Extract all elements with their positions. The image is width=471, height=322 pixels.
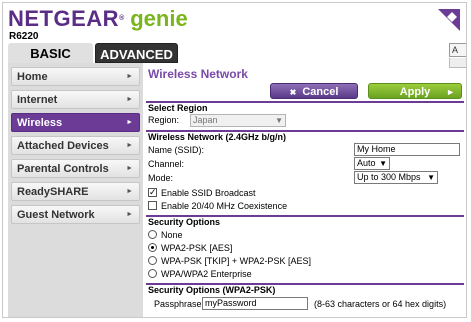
sidebar-item-readyshare[interactable]: ReadySHARE ► xyxy=(11,182,140,201)
security-option-label: WPA2-PSK [AES] xyxy=(161,243,233,253)
language-select[interactable]: A xyxy=(449,43,466,57)
sidebar-item-label: Wireless xyxy=(17,117,63,129)
chevron-right-icon: ► xyxy=(126,188,133,195)
chevron-right-icon: ► xyxy=(126,165,133,172)
ssid-label: Name (SSID): xyxy=(148,145,205,155)
security-options-section: Security Options None WPA2-PSK [AES] WPA… xyxy=(146,215,464,281)
chevron-right-icon: ► xyxy=(126,96,133,103)
sidebar-item-label: ReadySHARE xyxy=(17,186,89,198)
sidebar-nav: Home ► Internet ► Wireless ► Attached De… xyxy=(8,63,143,317)
chevron-down-icon: ▼ xyxy=(275,116,283,125)
channel-label: Channel: xyxy=(148,159,185,169)
tab-basic[interactable]: BASIC xyxy=(8,43,93,63)
sidebar-item-label: Guest Network xyxy=(17,209,95,221)
security-option-label: WPA-PSK [TKIP] + WPA2-PSK [AES] xyxy=(161,256,311,266)
cancel-button[interactable]: ✖ Cancel xyxy=(270,83,358,99)
sidebar-item-label: Attached Devices xyxy=(17,140,109,152)
passphrase-row: Passphrase: xyxy=(154,298,204,310)
page-title: Wireless Network xyxy=(148,67,248,81)
channel-row: Channel: xyxy=(148,158,184,170)
sidebar-item-parental-controls[interactable]: Parental Controls ► xyxy=(11,159,140,178)
channel-select[interactable]: Auto ▼ xyxy=(354,157,390,170)
wireless-section-title: Wireless Network (2.4GHz b/g/n) xyxy=(148,132,286,142)
sidebar-item-label: Home xyxy=(17,71,48,83)
security-option-none[interactable]: None xyxy=(148,229,183,241)
region-section: Select Region Region: Japan ▼ xyxy=(146,101,464,129)
security-section-title: Security Options xyxy=(148,217,221,227)
chevron-right-icon: ► xyxy=(126,142,133,149)
router-model: R6220 xyxy=(9,31,39,42)
security-option-label: WPA/WPA2 Enterprise xyxy=(161,269,252,279)
passphrase-input-value: myPassword xyxy=(205,298,257,308)
close-icon: ✖ xyxy=(289,88,297,97)
region-row: Region: xyxy=(148,114,179,126)
security-option-wpa-wpa2-psk[interactable]: WPA-PSK [TKIP] + WPA2-PSK [AES] xyxy=(148,255,311,267)
chevron-right-icon: ► xyxy=(126,73,133,80)
radio-enterprise[interactable] xyxy=(148,269,157,278)
region-section-title: Select Region xyxy=(148,103,208,113)
sidebar-item-label: Parental Controls xyxy=(17,163,109,175)
security-option-wpa2-psk-aes[interactable]: WPA2-PSK [AES] xyxy=(148,242,232,254)
sidebar-item-attached-devices[interactable]: Attached Devices ► xyxy=(11,136,140,155)
corner-logo-icon xyxy=(438,9,460,31)
ssid-input[interactable]: My Home xyxy=(354,143,460,156)
region-select: Japan ▼ xyxy=(190,114,286,127)
ssid-row: Name (SSID): xyxy=(148,144,204,156)
mode-select[interactable]: Up to 300 Mbps ▼ xyxy=(354,171,438,184)
passphrase-label: Passphrase: xyxy=(154,299,205,309)
sidebar-item-label: Internet xyxy=(17,94,58,106)
brand-name: NETGEAR xyxy=(8,6,120,31)
ssid-broadcast-label: Enable SSID Broadcast xyxy=(161,188,256,198)
chevron-right-icon: ► xyxy=(126,211,133,218)
coexistence-checkbox[interactable] xyxy=(148,201,157,210)
chevron-down-icon: ▼ xyxy=(379,159,387,168)
security-option-label: None xyxy=(161,230,183,240)
tab-advanced[interactable]: ADVANCED xyxy=(95,43,178,63)
cancel-button-label: Cancel xyxy=(302,86,339,98)
chevron-right-icon: ► xyxy=(126,119,133,126)
wpa2-psk-section-title: Security Options (WPA2-PSK) xyxy=(148,285,276,295)
security-option-enterprise[interactable]: WPA/WPA2 Enterprise xyxy=(148,268,252,280)
netgear-genie-logo: NETGEAR® genie xyxy=(8,5,188,33)
apply-button-label: Apply xyxy=(399,86,431,98)
mode-label: Mode: xyxy=(148,173,174,183)
sidebar-item-guest-network[interactable]: Guest Network ► xyxy=(11,205,140,224)
sidebar-item-home[interactable]: Home ► xyxy=(11,67,140,86)
radio-none[interactable] xyxy=(148,230,157,239)
language-select-value: A xyxy=(452,45,459,55)
trademark-mark: ® xyxy=(119,15,125,22)
ssid-broadcast-row[interactable]: Enable SSID Broadcast xyxy=(148,186,256,199)
passphrase-input[interactable]: myPassword xyxy=(202,297,308,310)
channel-select-value: Auto xyxy=(357,158,376,168)
router-admin-window: NETGEAR® genie R6220 BASIC ADVANCED A Hom… xyxy=(2,2,467,318)
main-content: Wireless Network ✖ Cancel Apply ► Select … xyxy=(146,63,466,317)
region-select-value: Japan xyxy=(193,115,218,125)
sidebar-item-internet[interactable]: Internet ► xyxy=(11,90,140,109)
brand-suffix: genie xyxy=(130,6,188,31)
coexistence-row[interactable]: Enable 20/40 MHz Coexistence xyxy=(148,200,287,212)
passphrase-hint: (8-63 characters or 64 hex digits) xyxy=(314,298,446,310)
passphrase-hint-text: (8-63 characters or 64 hex digits) xyxy=(314,299,447,309)
mode-select-value: Up to 300 Mbps xyxy=(357,172,421,182)
ssid-broadcast-checkbox[interactable] xyxy=(148,186,157,198)
coexistence-label: Enable 20/40 MHz Coexistence xyxy=(161,201,288,211)
region-label: Region: xyxy=(148,115,180,125)
wpa2-psk-section: Security Options (WPA2-PSK) Passphrase: … xyxy=(146,283,464,317)
mode-row: Mode: xyxy=(148,172,173,184)
sidebar-item-wireless[interactable]: Wireless ► xyxy=(11,113,140,132)
radio-wpa-wpa2-psk[interactable] xyxy=(148,256,157,265)
chevron-down-icon: ▼ xyxy=(427,173,435,182)
wireless-network-section: Wireless Network (2.4GHz b/g/n) Name (SS… xyxy=(146,130,464,214)
ssid-input-value: My Home xyxy=(357,144,396,154)
chevron-right-icon: ► xyxy=(446,87,455,97)
apply-button[interactable]: Apply ► xyxy=(368,83,462,99)
radio-wpa2-psk-aes[interactable] xyxy=(148,243,157,252)
